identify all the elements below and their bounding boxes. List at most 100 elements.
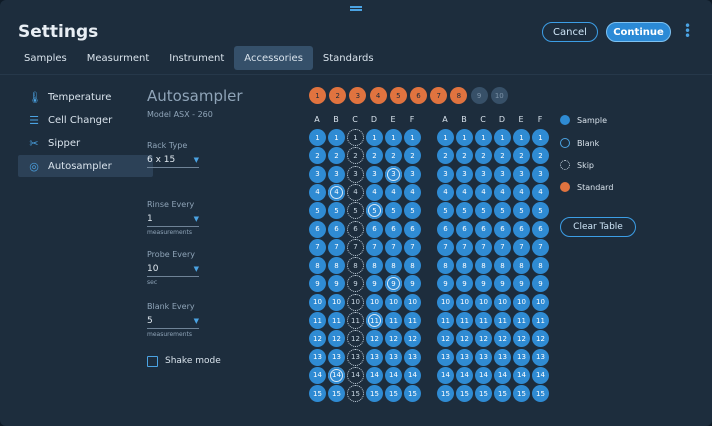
well-rack2-B2[interactable]: 2 [456, 147, 473, 165]
rinse-every-select[interactable]: 1 ▼ [147, 212, 199, 227]
well-rack1-C15[interactable]: 15 [347, 385, 364, 403]
well-rack1-C11[interactable]: 11 [347, 312, 364, 329]
well-rack1-B1[interactable]: 1 [328, 129, 345, 146]
well-rack1-C12[interactable]: 12 [347, 330, 364, 348]
well-rack2-F14[interactable]: 14 [532, 366, 549, 384]
sidebar-item-temperature[interactable]: 🌡︎ Temperature [18, 86, 153, 108]
well-rack1-F10[interactable]: 10 [404, 293, 421, 311]
well-rack1-A13[interactable]: 13 [309, 348, 326, 366]
well-rack1-A12[interactable]: 12 [309, 330, 326, 348]
well-rack2-E13[interactable]: 13 [513, 348, 530, 366]
well-rack1-F3[interactable]: 3 [404, 165, 421, 183]
well-rack1-B4[interactable]: 4 [328, 183, 345, 201]
well-rack2-A4[interactable]: 4 [437, 183, 454, 201]
well-rack1-A1[interactable]: 1 [309, 129, 326, 146]
well-rack2-B3[interactable]: 3 [456, 165, 473, 183]
well-rack1-D12[interactable]: 12 [366, 330, 383, 348]
well-rack2-B6[interactable]: 6 [456, 220, 473, 238]
standard-position-2[interactable]: 2 [329, 87, 347, 104]
well-rack1-F12[interactable]: 12 [404, 330, 421, 348]
standard-position-7[interactable]: 7 [430, 87, 448, 104]
well-rack2-A10[interactable]: 10 [437, 293, 454, 311]
well-rack1-E10[interactable]: 10 [385, 293, 402, 311]
well-rack2-A13[interactable]: 13 [437, 348, 454, 366]
well-rack1-F6[interactable]: 6 [404, 220, 421, 238]
well-rack1-C9[interactable]: 9 [347, 275, 364, 293]
standard-position-8[interactable]: 8 [450, 87, 468, 104]
well-rack1-F2[interactable]: 2 [404, 147, 421, 165]
well-rack1-C1[interactable]: 1 [347, 129, 364, 146]
well-rack2-C2[interactable]: 2 [475, 147, 492, 165]
well-rack2-C4[interactable]: 4 [475, 183, 492, 201]
well-rack2-E6[interactable]: 6 [513, 220, 530, 238]
well-rack2-A12[interactable]: 12 [437, 330, 454, 348]
standard-position-6[interactable]: 6 [410, 87, 427, 104]
well-rack2-B13[interactable]: 13 [456, 348, 473, 366]
well-rack2-C12[interactable]: 12 [475, 330, 492, 348]
well-rack2-F15[interactable]: 15 [532, 385, 549, 403]
well-rack2-A15[interactable]: 15 [437, 385, 454, 403]
well-rack2-E14[interactable]: 14 [513, 366, 530, 384]
well-rack2-C15[interactable]: 15 [475, 385, 492, 403]
well-rack1-A11[interactable]: 11 [309, 312, 326, 329]
well-rack2-C5[interactable]: 5 [475, 202, 492, 220]
well-rack1-B2[interactable]: 2 [328, 147, 345, 165]
probe-every-select[interactable]: 10 ▼ [147, 262, 199, 277]
tab-accessories[interactable]: Accessories [234, 46, 313, 70]
well-rack1-C5[interactable]: 5 [347, 202, 364, 220]
well-rack2-E4[interactable]: 4 [513, 183, 530, 201]
well-rack2-D12[interactable]: 12 [494, 330, 511, 348]
well-rack2-E11[interactable]: 11 [513, 312, 530, 329]
well-rack2-A8[interactable]: 8 [437, 257, 454, 275]
well-rack1-A9[interactable]: 9 [309, 275, 326, 293]
well-rack2-E7[interactable]: 7 [513, 238, 530, 256]
well-rack1-E15[interactable]: 15 [385, 385, 402, 403]
well-rack1-A5[interactable]: 5 [309, 202, 326, 220]
well-rack2-B9[interactable]: 9 [456, 275, 473, 293]
well-rack1-D3[interactable]: 3 [366, 165, 383, 183]
well-rack1-A4[interactable]: 4 [309, 183, 326, 201]
well-rack2-A7[interactable]: 7 [437, 238, 454, 256]
well-rack1-D15[interactable]: 15 [366, 385, 383, 403]
well-rack1-E14[interactable]: 14 [385, 366, 402, 384]
well-rack2-B5[interactable]: 5 [456, 202, 473, 220]
standard-position-4[interactable]: 4 [369, 87, 387, 104]
well-rack2-F7[interactable]: 7 [532, 238, 549, 256]
blank-every-select[interactable]: 5 ▼ [147, 314, 199, 329]
well-rack2-D4[interactable]: 4 [494, 183, 511, 201]
well-rack1-A10[interactable]: 10 [309, 293, 326, 311]
well-rack1-D9[interactable]: 9 [366, 275, 383, 293]
well-rack1-C2[interactable]: 2 [347, 147, 364, 165]
drag-handle[interactable] [350, 6, 362, 11]
well-rack1-D13[interactable]: 13 [366, 348, 383, 366]
well-rack1-E12[interactable]: 12 [385, 330, 402, 348]
well-rack2-B14[interactable]: 14 [456, 366, 473, 384]
well-rack1-E9[interactable]: 9 [385, 275, 402, 293]
well-rack1-F1[interactable]: 1 [404, 129, 421, 146]
well-rack1-E8[interactable]: 8 [385, 257, 402, 275]
well-rack1-A15[interactable]: 15 [309, 385, 326, 403]
well-rack2-B8[interactable]: 8 [456, 257, 473, 275]
well-rack2-E2[interactable]: 2 [513, 147, 530, 165]
well-rack1-E7[interactable]: 7 [385, 238, 402, 256]
well-rack1-F14[interactable]: 14 [404, 366, 421, 384]
well-rack1-F9[interactable]: 9 [404, 275, 421, 293]
well-rack2-F11[interactable]: 11 [532, 312, 549, 329]
well-rack2-D7[interactable]: 7 [494, 238, 511, 256]
well-rack1-D6[interactable]: 6 [366, 220, 383, 238]
well-rack1-F13[interactable]: 13 [404, 348, 421, 366]
well-rack2-B10[interactable]: 10 [456, 293, 473, 311]
well-rack2-F2[interactable]: 2 [532, 147, 549, 165]
well-rack1-E5[interactable]: 5 [385, 202, 402, 220]
well-rack2-D14[interactable]: 14 [494, 366, 511, 384]
well-rack2-A11[interactable]: 11 [437, 312, 454, 329]
well-rack1-C8[interactable]: 8 [347, 257, 364, 275]
well-rack1-E1[interactable]: 1 [385, 129, 402, 146]
well-rack2-B1[interactable]: 1 [456, 129, 473, 146]
well-rack1-A3[interactable]: 3 [309, 165, 326, 183]
well-rack2-D15[interactable]: 15 [494, 385, 511, 403]
standard-position-1[interactable]: 1 [309, 87, 326, 104]
well-rack2-F8[interactable]: 8 [532, 257, 549, 275]
well-rack1-B11[interactable]: 11 [328, 312, 345, 329]
well-rack1-B3[interactable]: 3 [328, 165, 345, 183]
